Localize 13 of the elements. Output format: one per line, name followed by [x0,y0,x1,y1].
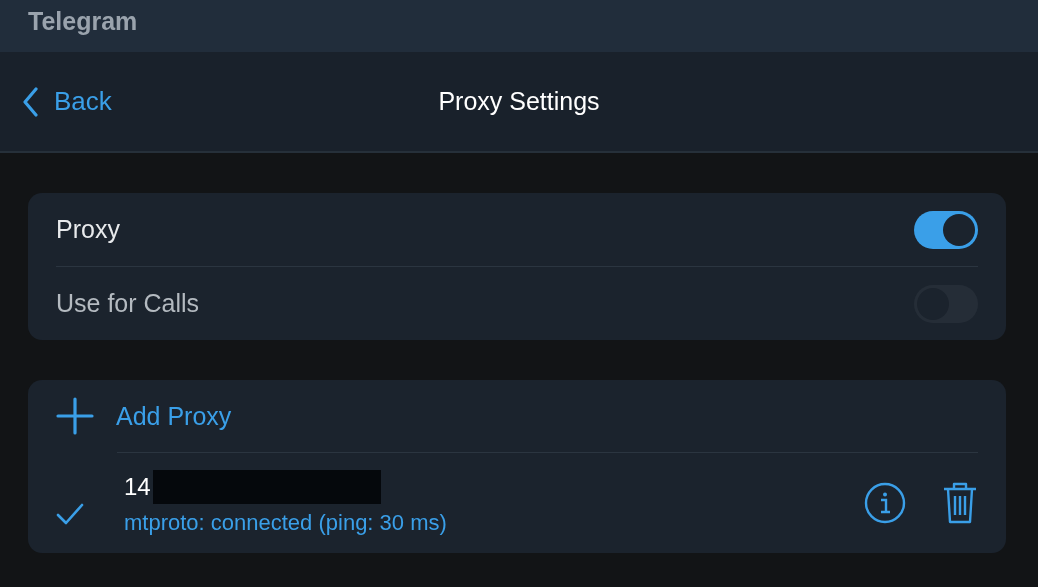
back-button[interactable]: Back [22,86,112,117]
proxy-address: 14 [124,473,151,501]
toggle-switch[interactable] [914,210,978,249]
proxy-status: mtproto: connected (ping: 30 ms) [124,510,448,536]
info-icon[interactable] [864,482,906,524]
toggle-label: Use for Calls [56,289,200,318]
plus-icon [56,397,94,435]
toggle-label: Proxy [56,215,120,244]
window-title: Telegram [28,7,138,36]
add-proxy-button[interactable]: Add Proxy [56,380,232,452]
trash-icon[interactable] [942,481,978,525]
page-title: Proxy Settings [438,87,600,116]
chevron-left-icon [22,86,38,117]
